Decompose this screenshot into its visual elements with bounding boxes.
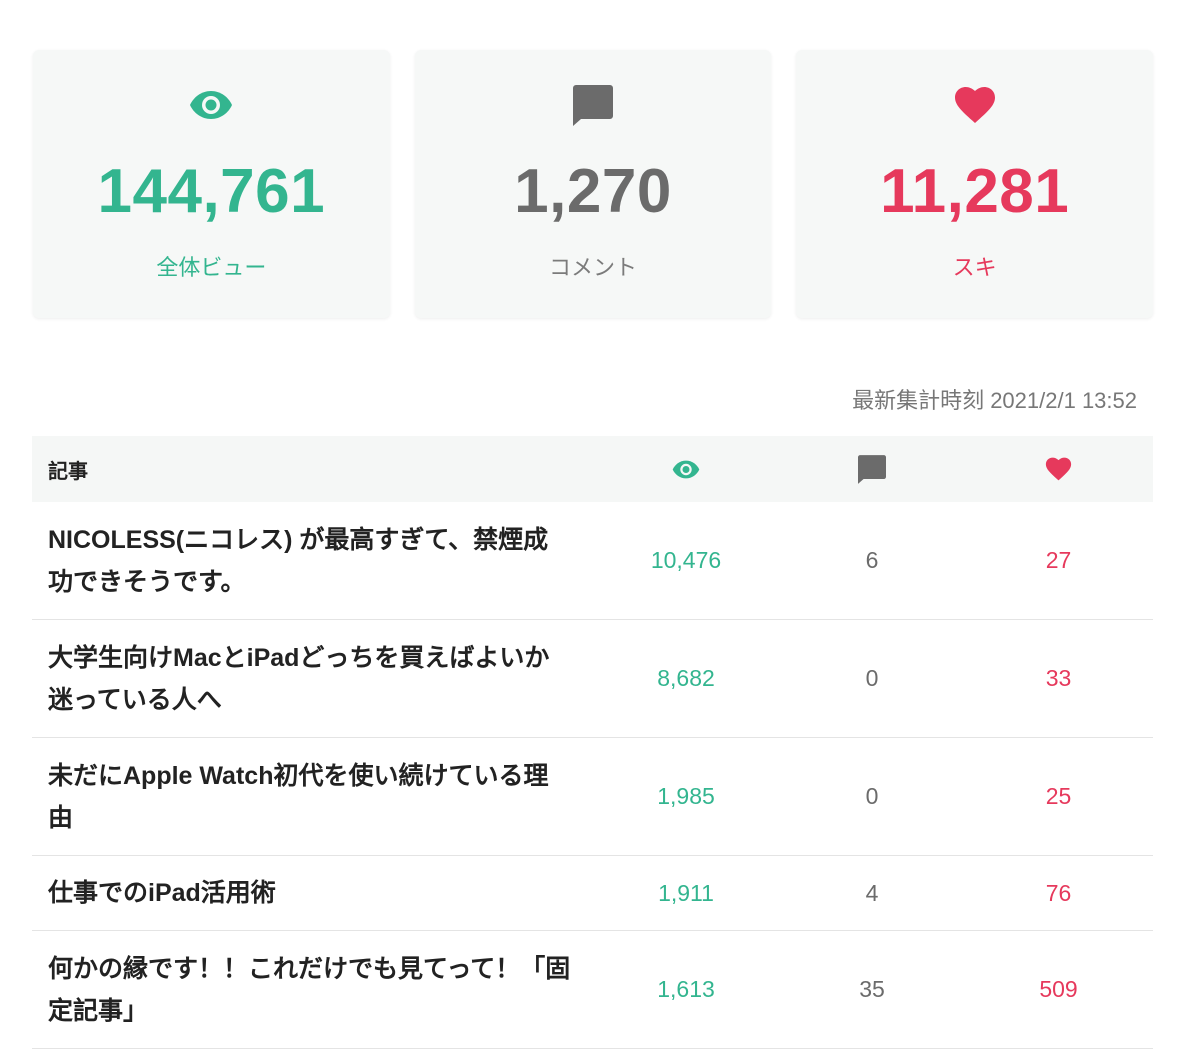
article-comments: 4 [865,879,879,906]
total-likes-label: スキ [952,255,997,280]
article-likes: 27 [1045,547,1072,573]
comment-icon [415,83,772,127]
total-views-value: 144,761 [97,157,326,226]
article-title-cell: 未だにApple Watch初代を使い続けている理由 [32,738,592,855]
article-views: 1,985 [657,783,715,809]
eye-icon [592,436,780,502]
total-likes-card: 11,281 スキ [796,50,1154,318]
article-views: 1,613 [657,976,715,1002]
article-title[interactable]: 仕事でのiPad活用術 [48,872,276,914]
article-likes: 33 [1045,665,1072,691]
article-likes: 25 [1045,783,1072,809]
article-views: 8,682 [657,665,715,691]
table-row[interactable]: 未だにApple Watch初代を使い続けている理由 1,985 0 25 [32,738,1153,856]
total-comments-value: 1,270 [514,157,672,226]
header-article-cell: 記事 [32,436,592,502]
total-views-label: 全体ビュー [156,255,267,280]
total-comments-label: コメント [549,255,638,280]
table-row[interactable]: 大学生向けMacとiPadどっちを買えばよいか迷っている人へ 8,682 0 3… [32,620,1153,738]
article-title-cell: 大学生向けMacとiPadどっちを買えばよいか迷っている人へ [32,620,592,737]
article-stats-table: 記事 NICOLESS(ニコレス) が最高すぎて、禁煙成功できそうです。 10,… [32,436,1153,1049]
total-views-card: 144,761 全体ビュー [33,50,390,318]
article-title-cell: 仕事でのiPad活用術 [32,856,592,930]
article-title-cell: NICOLESS(ニコレス) が最高すぎて、禁煙成功できそうです。 [32,502,592,619]
article-title[interactable]: NICOLESS(ニコレス) が最高すぎて、禁煙成功できそうです。 [48,519,572,603]
total-comments-card: 1,270 コメント [414,50,772,318]
article-comments: 0 [865,783,879,809]
stats-summary: 144,761 全体ビュー 1,270 コメント 11,281 スキ [33,50,1154,318]
article-likes: 509 [1039,976,1078,1002]
article-title[interactable]: 何かの縁です！！これだけでも見てって！「固定記事」 [48,948,572,1032]
article-title[interactable]: 大学生向けMacとiPadどっちを買えばよいか迷っている人へ [48,637,572,721]
table-row[interactable]: 仕事でのiPad活用術 1,911 4 76 [32,856,1153,931]
comment-icon [780,436,964,502]
article-title[interactable]: 未だにApple Watch初代を使い続けている理由 [48,755,572,839]
table-row[interactable]: 何かの縁です！！これだけでも見てって！「固定記事」 1,613 35 509 [32,931,1153,1049]
article-title-cell: 何かの縁です！！これだけでも見てって！「固定記事」 [32,931,592,1048]
article-comments: 35 [859,976,885,1002]
eye-icon [33,83,390,127]
header-article-label: 記事 [48,460,88,483]
table-row[interactable]: NICOLESS(ニコレス) が最高すぎて、禁煙成功できそうです。 10,476… [32,502,1153,620]
article-views: 10,476 [650,547,722,573]
article-comments: 0 [865,665,879,691]
table-header: 記事 [32,436,1153,502]
heart-icon [796,83,1153,127]
last-updated-timestamp: 最新集計時刻 2021/2/1 13:52 [852,388,1137,413]
total-likes-value: 11,281 [880,157,1070,226]
article-comments: 6 [865,547,879,573]
article-views: 1,911 [658,879,714,906]
heart-icon [964,436,1153,502]
article-likes: 76 [1045,879,1072,906]
